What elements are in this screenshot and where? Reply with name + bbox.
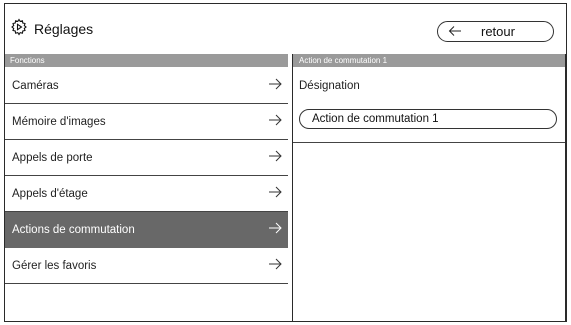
section-header-functions: Fonctions (5, 54, 288, 67)
menu-item-image-memory[interactable]: Mémoire d'images (5, 104, 288, 140)
functions-list: Fonctions Caméras Mémoire d'images Appel… (5, 54, 288, 321)
designation-label: Désignation (299, 80, 360, 92)
divider (293, 142, 565, 143)
menu-item-label: Mémoire d'images (12, 115, 106, 128)
designation-field[interactable]: Action de commutation 1 (299, 109, 557, 129)
menu-item-cameras[interactable]: Caméras (5, 68, 288, 104)
arrow-right-icon (268, 149, 282, 163)
section-header-switching-action: Action de commutation 1 (293, 54, 565, 67)
page-header: Réglages (10, 17, 93, 41)
menu-item-label: Gérer les favoris (12, 259, 97, 272)
menu-item-label: Appels d'étage (12, 187, 88, 200)
menu-item-floor-calls[interactable]: Appels d'étage (5, 176, 288, 212)
arrow-right-icon (268, 77, 282, 91)
menu-item-label: Caméras (12, 79, 59, 92)
arrow-left-icon (448, 25, 462, 39)
detail-panel: Action de commutation 1 Désignation Acti… (292, 54, 566, 322)
back-button[interactable]: retour (437, 21, 554, 42)
arrow-right-icon (268, 113, 282, 127)
arrow-right-icon (268, 221, 282, 235)
menu-item-label: Appels de porte (12, 151, 93, 164)
menu-item-switching-actions[interactable]: Actions de commutation (5, 212, 288, 248)
arrow-right-icon (268, 185, 282, 199)
menu-item-manage-favorites[interactable]: Gérer les favoris (5, 248, 288, 284)
arrow-right-icon (268, 257, 282, 271)
back-button-label: retour (481, 24, 515, 39)
gear-icon (10, 17, 28, 41)
page-title: Réglages (34, 21, 94, 37)
menu-item-label: Actions de commutation (12, 223, 135, 236)
menu-item-door-calls[interactable]: Appels de porte (5, 140, 288, 176)
